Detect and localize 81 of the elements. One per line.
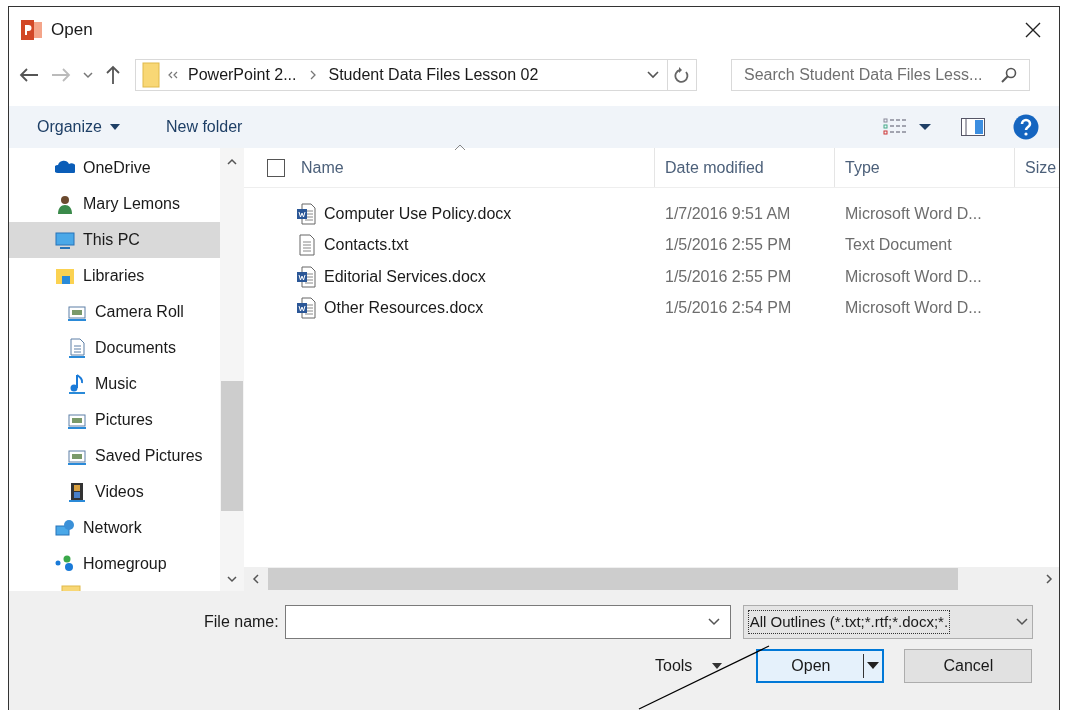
scrollbar[interactable] [220,148,244,591]
music-note-icon [67,374,87,394]
up-arrow-icon[interactable] [105,65,121,85]
horizontal-scrollbar[interactable] [244,567,1059,591]
file-name[interactable]: Contacts.txt [324,233,409,258]
sort-caret-icon [454,144,466,151]
app-icon [21,20,43,40]
chevron-down-icon [1015,618,1028,626]
chevron-left-icon[interactable] [252,574,260,584]
select-all-checkbox[interactable] [267,158,285,177]
date-modified: 1/5/2016 2:54 PM [665,299,792,317]
text-document-icon [296,234,316,257]
date-modified: 1/7/2016 9:51 AM [665,204,791,222]
person-icon [55,194,75,214]
file-type-dropdown[interactable]: All Outlines (*.txt;*.rtf;*.docx;*. [742,605,1033,639]
new-folder-button[interactable]: New folder [165,115,243,139]
tools-menu[interactable]: Tools [655,654,723,678]
sidebar-item[interactable]: Saved Pictures [9,438,220,474]
file-name-field[interactable] [284,605,731,639]
sidebar-item[interactable]: Videos [9,474,220,510]
column-header[interactable]: Name [299,148,654,187]
homegroup-icon [55,554,75,574]
back-arrow-icon[interactable] [19,67,39,83]
sidebar-item[interactable]: Music [9,366,220,402]
column-header[interactable]: Type [834,148,1014,187]
chevron-down-icon[interactable] [707,618,720,626]
chevron-down-icon[interactable] [227,575,237,583]
sidebar-item[interactable]: Camera Roll [9,294,220,330]
refresh-icon[interactable] [674,67,690,83]
sidebar-item[interactable]: Documents [9,330,220,366]
column-header[interactable]: Date modified [654,148,834,187]
library-folder-icon [55,266,75,286]
caret-icon [712,663,723,669]
cancel-button[interactable]: Cancel [904,649,1033,683]
sidebar-item[interactable]: Homegroup [9,546,220,582]
scrollbar-thumb[interactable] [268,568,958,590]
sidebar-item[interactable]: Libraries [9,258,220,294]
word-document-icon [296,265,316,288]
date-modified: 1/5/2016 2:55 PM [665,236,792,254]
document-icon [67,338,87,358]
organize-menu[interactable]: Organize [37,115,120,139]
help-icon[interactable] [1013,114,1039,140]
file-name[interactable]: Computer Use Policy.docx [324,201,512,226]
sidebar-item[interactable]: OneDrive [9,150,220,186]
file-type: Microsoft Word D... [845,204,982,222]
sidebar-item[interactable]: Network [9,510,220,546]
chevron-right-icon [308,70,317,80]
sidebar-item[interactable]: Pictures [9,402,220,438]
sidebar-item[interactable]: Mary Lemons [9,186,220,222]
preview-pane-icon[interactable] [961,118,985,136]
file-name[interactable]: Editorial Services.docx [324,264,486,289]
caret-icon [109,124,120,130]
address-bar[interactable]: PowerPoint 2... Student Data Files Lesson 02 [135,59,697,91]
breadcrumb[interactable]: Student Data Files Lesson 02 [328,63,539,87]
file-name-label: File name: [204,612,279,632]
file-type: Microsoft Word D... [845,267,982,285]
monitor-icon [55,230,75,250]
search-icon [1001,67,1017,83]
close-icon[interactable] [1025,22,1041,38]
file-name[interactable]: Other Resources.docx [324,296,484,321]
breadcrumb[interactable]: PowerPoint 2... [188,63,297,87]
scrollbar-thumb[interactable] [221,381,243,511]
search-field[interactable]: Search Student Data Files Less... [731,59,1030,91]
word-document-icon [296,297,316,320]
column-header[interactable]: Size [1014,148,1054,187]
file-type: Microsoft Word D... [845,299,982,317]
chevron-down-icon[interactable] [647,71,659,79]
file-type: Text Document [845,236,952,254]
word-document-icon [296,202,316,225]
window-title: Open [51,19,93,42]
chevron-right-icon[interactable] [1045,574,1053,584]
overflow-chevrons-icon[interactable] [168,71,178,79]
network-icon [55,518,75,538]
sidebar-item[interactable]: This PC [9,222,220,258]
date-modified: 1/5/2016 2:55 PM [665,267,792,285]
chevron-up-icon[interactable] [227,158,237,166]
caret-icon[interactable] [919,123,931,131]
chevron-down-icon[interactable] [83,71,93,79]
film-icon [67,482,87,502]
folder-icon [142,62,160,88]
open-button[interactable]: Open [756,649,885,683]
